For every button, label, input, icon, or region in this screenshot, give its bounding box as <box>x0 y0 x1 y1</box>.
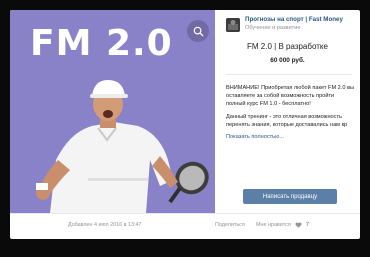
description-paragraph: Данный тренинг - это отличная возможност… <box>226 114 348 128</box>
like-count: 7 <box>305 222 309 228</box>
magnifier-icon <box>193 26 204 37</box>
like-label: Мне нравится <box>256 222 291 228</box>
heart-icon <box>295 222 302 228</box>
show-more-link[interactable]: Показать полностью... <box>226 133 354 141</box>
contact-seller-button[interactable]: Написать продавцу <box>243 189 337 204</box>
group-name-link[interactable]: Прогнозы на спорт | Fast Money <box>245 16 343 23</box>
group-avatar[interactable] <box>226 18 240 32</box>
zoom-button[interactable] <box>187 20 209 42</box>
product-title: FM 2.0 | В разработке <box>247 42 328 51</box>
product-photo[interactable]: FM 2.0 <box>10 10 215 213</box>
added-date: Добавлен 4 июл 2016 в 13:47 <box>68 222 142 228</box>
group-header[interactable]: Прогнозы на спорт | Fast Money Обучение … <box>226 16 356 38</box>
avatar-image <box>226 18 240 32</box>
product-price: 60 000 руб. <box>270 57 305 64</box>
photo-title: FM 2.0 <box>30 23 173 64</box>
like-button[interactable]: Мне нравится 7 <box>256 222 309 228</box>
product-card: FM 2.0 Прогнозы на спорт | Fast Money Об… <box>10 10 360 239</box>
divider <box>226 74 352 75</box>
group-category: Обучение и развитие <box>245 25 301 31</box>
share-link[interactable]: Поделиться <box>215 222 245 228</box>
product-description: ВНИМАНИЕ! Приобретая любой пакет FM 2.0 … <box>226 84 354 141</box>
description-paragraph: ВНИМАНИЕ! Приобретая любой пакет FM 2.0 … <box>226 85 354 107</box>
product-info: Прогнозы на спорт | Fast Money Обучение … <box>215 10 360 213</box>
card-footer: Добавлен 4 июл 2016 в 13:47 Поделиться М… <box>10 213 360 239</box>
